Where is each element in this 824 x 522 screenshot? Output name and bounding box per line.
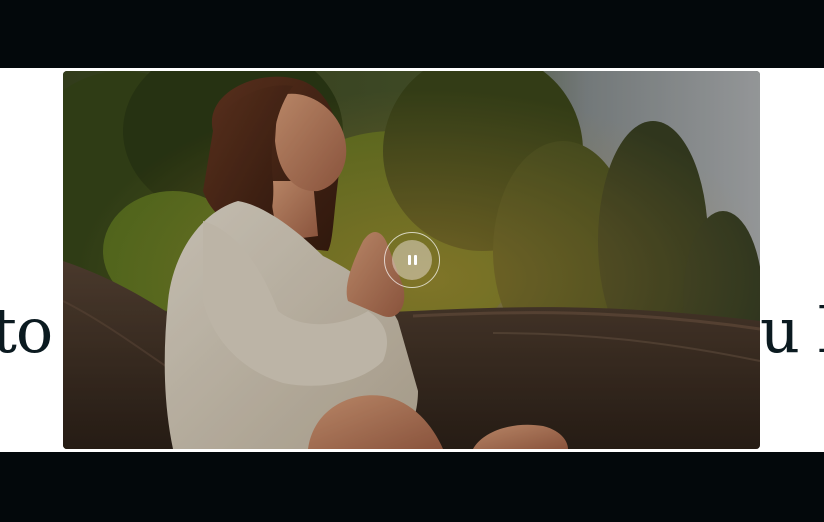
pause-icon [392, 240, 432, 280]
viewport: to u l [0, 0, 824, 522]
pause-bar-left [407, 255, 411, 265]
marquee-word-left: to [0, 294, 53, 367]
pause-button[interactable] [384, 232, 440, 288]
marquee-word-right: u l [760, 294, 824, 367]
pause-bar-right [413, 255, 417, 265]
